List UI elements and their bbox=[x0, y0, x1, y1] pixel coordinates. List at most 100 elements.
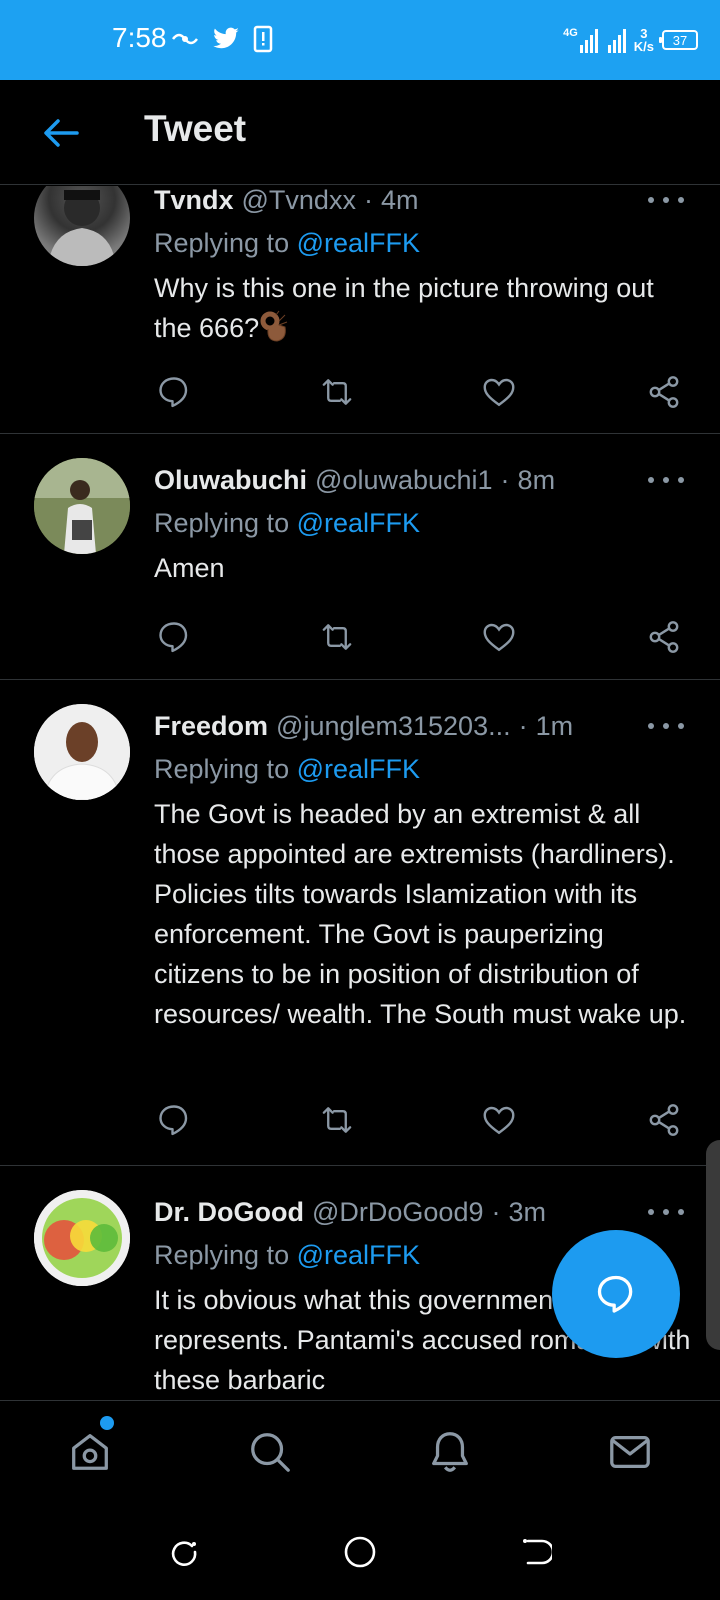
back-icon bbox=[523, 1539, 552, 1565]
twitter-icon bbox=[210, 22, 242, 56]
avatar[interactable] bbox=[34, 704, 130, 800]
tweet-text-content: Why is this one in the picture throwing … bbox=[154, 273, 654, 343]
replying-prefix: Replying to bbox=[154, 508, 290, 538]
status-bar: 7:58 4G 3 K/s 37 bbox=[0, 0, 720, 80]
like-button[interactable] bbox=[479, 1100, 519, 1140]
tweet-handle[interactable]: @junglem315203... bbox=[276, 711, 511, 742]
tweet-actions bbox=[154, 372, 684, 412]
replying-to: Replying to @realFFK bbox=[154, 754, 420, 785]
replying-to: Replying to @realFFK bbox=[154, 508, 420, 539]
separator: · bbox=[491, 1196, 501, 1227]
tweet-handle[interactable]: @Tvndxx bbox=[242, 186, 356, 216]
mention-link[interactable]: @realFFK bbox=[297, 508, 420, 538]
share-icon bbox=[649, 1104, 679, 1136]
retweet-button[interactable] bbox=[317, 617, 357, 657]
tweet-actions bbox=[154, 617, 684, 657]
share-button[interactable] bbox=[644, 1100, 684, 1140]
replying-prefix: Replying to bbox=[154, 228, 290, 258]
tweet-time: 4m bbox=[380, 186, 419, 215]
scroll-handle[interactable] bbox=[706, 1140, 720, 1350]
battery-icon: 37 bbox=[659, 30, 698, 50]
home-button[interactable] bbox=[340, 1532, 380, 1572]
ok-hand-icon bbox=[259, 309, 291, 343]
nav-home[interactable] bbox=[65, 1427, 115, 1477]
compose-reply-button[interactable] bbox=[552, 1230, 680, 1358]
battery-level: 37 bbox=[672, 32, 688, 48]
tweet-time: 8m bbox=[517, 464, 556, 495]
like-icon bbox=[483, 378, 515, 407]
reply-icon bbox=[597, 1275, 633, 1313]
nav-notifications[interactable] bbox=[425, 1427, 475, 1477]
share-button[interactable] bbox=[644, 372, 684, 412]
share-icon bbox=[649, 376, 679, 408]
reply-icon bbox=[159, 377, 188, 408]
retweet-icon bbox=[322, 379, 352, 405]
home-icon bbox=[72, 1434, 108, 1470]
status-time: 7:58 bbox=[112, 22, 167, 53]
system-navigation bbox=[0, 1500, 720, 1600]
network-type: 4G bbox=[563, 27, 578, 39]
avatar[interactable] bbox=[34, 186, 130, 266]
mention-link[interactable]: @realFFK bbox=[297, 228, 420, 258]
tweet-header: Dr. DoGood @DrDoGood9 · 3m bbox=[154, 1192, 720, 1232]
tweet-text: The Govt is headed by an extremist & all… bbox=[154, 799, 687, 1029]
replying-prefix: Replying to bbox=[154, 1240, 290, 1270]
tweet-author-name[interactable]: Dr. DoGood bbox=[154, 1197, 304, 1228]
home-notification-dot bbox=[100, 1416, 114, 1430]
share-icon bbox=[649, 621, 679, 653]
avatar[interactable] bbox=[34, 458, 130, 554]
tweet-author-name[interactable]: Freedom bbox=[154, 711, 268, 742]
back-system-button[interactable] bbox=[516, 1532, 556, 1572]
retweet-button[interactable] bbox=[317, 1100, 357, 1140]
separator: · bbox=[518, 710, 528, 741]
tweet-author-name[interactable]: Tvndx bbox=[154, 186, 234, 216]
like-icon bbox=[483, 1106, 515, 1135]
signal-icon: 4G bbox=[563, 27, 626, 53]
retweet-icon bbox=[322, 1107, 352, 1133]
like-button[interactable] bbox=[479, 617, 519, 657]
tweet-item[interactable]: Freedom @junglem315203... · 1m Replying … bbox=[0, 680, 720, 1166]
reply-icon bbox=[159, 622, 188, 653]
reply-button[interactable] bbox=[154, 1100, 194, 1140]
recents-button[interactable] bbox=[164, 1532, 204, 1572]
page-title: Tweet bbox=[144, 108, 247, 149]
tweet-text: Amen bbox=[154, 553, 225, 583]
phone-alert-icon bbox=[250, 22, 276, 56]
reply-button[interactable] bbox=[154, 372, 194, 412]
avatar[interactable] bbox=[34, 1190, 130, 1286]
like-icon bbox=[483, 623, 515, 652]
tweet-handle[interactable]: @oluwabuchi1 bbox=[315, 465, 493, 496]
search-icon bbox=[251, 1433, 290, 1472]
vpn-icon bbox=[170, 22, 202, 56]
more-options-button[interactable] bbox=[648, 465, 684, 495]
recents-icon bbox=[171, 1541, 197, 1566]
replying-prefix: Replying to bbox=[154, 754, 290, 784]
replying-to: Replying to @realFFK bbox=[154, 228, 420, 259]
back-button[interactable] bbox=[38, 110, 84, 156]
tweet-actions bbox=[154, 1100, 684, 1140]
tweet-item[interactable]: Tvndx @Tvndxx · 4m Replying to @realFFK … bbox=[0, 186, 720, 434]
nav-messages[interactable] bbox=[605, 1427, 655, 1477]
top-header: Tweet bbox=[0, 80, 720, 185]
home-circle-icon bbox=[344, 1536, 376, 1568]
reply-feed[interactable]: Tvndx @Tvndxx · 4m Replying to @realFFK … bbox=[0, 186, 720, 1400]
tweet-author-name[interactable]: Oluwabuchi bbox=[154, 465, 307, 496]
notifications-icon bbox=[432, 1432, 468, 1472]
more-options-button[interactable] bbox=[648, 711, 684, 741]
share-button[interactable] bbox=[644, 617, 684, 657]
separator: · bbox=[500, 464, 510, 495]
more-options-button[interactable] bbox=[648, 1197, 684, 1227]
tweet-item[interactable]: Oluwabuchi @oluwabuchi1 · 8m Replying to… bbox=[0, 434, 720, 680]
mention-link[interactable]: @realFFK bbox=[297, 1240, 420, 1270]
retweet-button[interactable] bbox=[317, 372, 357, 412]
messages-icon bbox=[610, 1435, 650, 1469]
reply-button[interactable] bbox=[154, 617, 194, 657]
tweet-header: Tvndx @Tvndxx · 4m bbox=[154, 186, 720, 220]
more-options-button[interactable] bbox=[648, 186, 684, 215]
replying-to: Replying to @realFFK bbox=[154, 1240, 420, 1271]
nav-search[interactable] bbox=[245, 1427, 295, 1477]
mention-link[interactable]: @realFFK bbox=[297, 754, 420, 784]
like-button[interactable] bbox=[479, 372, 519, 412]
arrow-left-icon bbox=[44, 119, 79, 147]
tweet-handle[interactable]: @DrDoGood9 bbox=[312, 1197, 483, 1228]
